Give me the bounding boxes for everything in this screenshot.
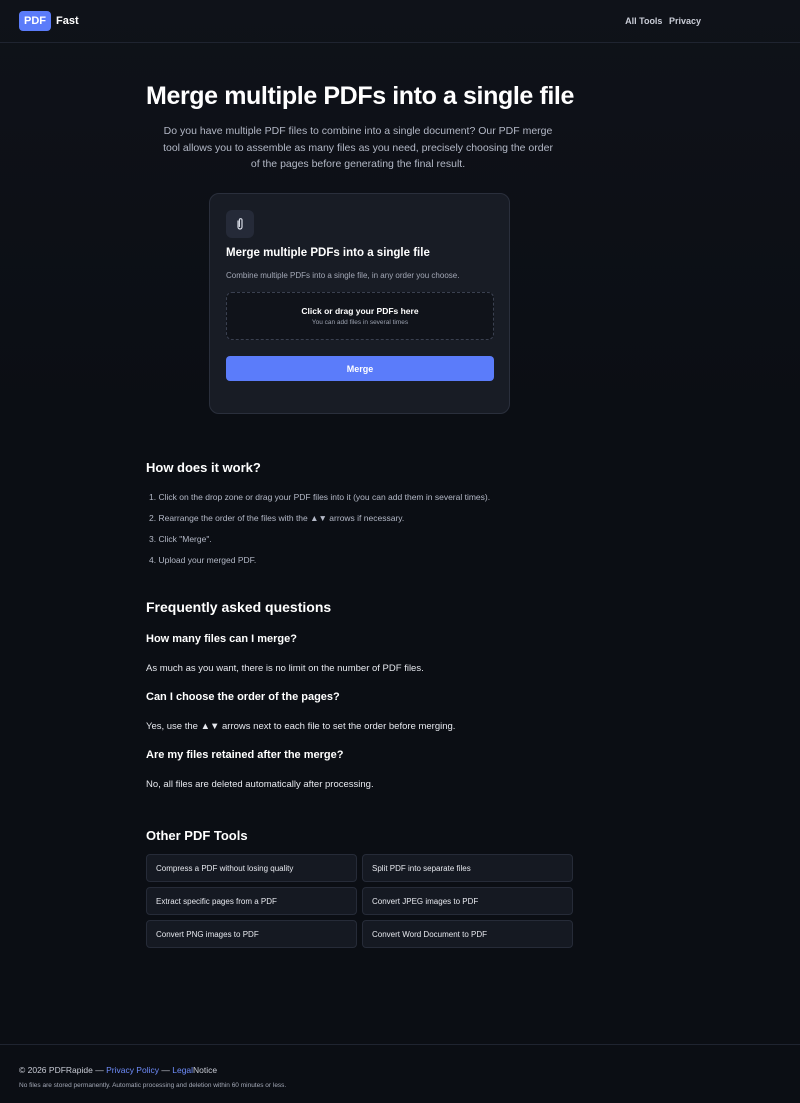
paperclip-icon [226,210,254,238]
faq-answer: No, all files are deleted automatically … [146,779,374,790]
faq-heading: Frequently asked questions [146,599,332,615]
legal-notice-rest: Notice [193,1065,218,1075]
faq-question: How many files can I merge? [146,633,297,645]
logo-badge: PDF [19,11,51,31]
footer-separator: — [161,1065,170,1075]
step-item: 2. Rearrange the order of the files with… [149,513,405,523]
legal-notice-link[interactable]: Legal [172,1065,193,1075]
step-item: 4. Upload your merged PDF. [149,555,257,565]
steps-list: 1. Click on the drop zone or drag your P… [149,491,490,575]
tool-link-extract[interactable]: Extract specific pages from a PDF [146,887,357,915]
tool-link-png[interactable]: Convert PNG images to PDF [146,920,357,948]
card-title: Merge multiple PDFs into a single file [226,247,430,259]
nav-link-privacy[interactable]: Privacy [669,16,701,26]
nav-link-all-tools[interactable]: All Tools [625,16,662,26]
logo-text: Fast [56,15,79,27]
footer: © 2026 PDFRapide — Privacy Policy — Lega… [0,1044,800,1103]
merge-card: Merge multiple PDFs into a single file C… [209,193,510,414]
page-title: Merge multiple PDFs into a single file [146,82,574,110]
page-description: Do you have multiple PDF files to combin… [163,125,553,170]
privacy-policy-link[interactable]: Privacy Policy [106,1065,159,1075]
drop-zone-label: Click or drag your PDFs here [301,306,419,316]
faq-question: Can I choose the order of the pages? [146,691,340,703]
card-subtitle: Combine multiple PDFs into a single file… [226,271,460,280]
tool-link-split[interactable]: Split PDF into separate files [362,854,573,882]
faq-answer: Yes, use the ▲▼ arrows next to each file… [146,721,456,732]
page: PDF Fast All Tools Privacy Merge multipl… [0,0,800,1103]
drop-zone-hint: You can add files in several times [311,319,409,326]
tool-link-jpeg[interactable]: Convert JPEG images to PDF [362,887,573,915]
step-item: 1. Click on the drop zone or drag your P… [149,492,491,502]
merge-button[interactable]: Merge [226,356,494,381]
logo[interactable]: PDF Fast [19,11,79,31]
file-drop-zone[interactable]: Click or drag your PDFs here You can add… [226,292,494,340]
top-nav: All Tools Privacy [625,16,701,26]
footer-links: © 2026 PDFRapide — Privacy Policy — Lega… [19,1065,217,1075]
faq-question: Are my files retained after the merge? [146,749,344,761]
tool-link-compress[interactable]: Compress a PDF without losing quality [146,854,357,882]
how-it-works-heading: How does it work? [146,460,261,475]
faq-answer: As much as you want, there is no limit o… [146,663,424,674]
other-tools-heading: Other PDF Tools [146,828,248,843]
tool-link-word[interactable]: Convert Word Document to PDF [362,920,573,948]
top-header: PDF Fast All Tools Privacy [0,0,800,43]
copyright-text: © 2026 PDFRapide — [19,1065,104,1075]
footer-note: No files are stored permanently. Automat… [19,1082,287,1089]
step-item: 3. Click "Merge". [149,534,212,544]
